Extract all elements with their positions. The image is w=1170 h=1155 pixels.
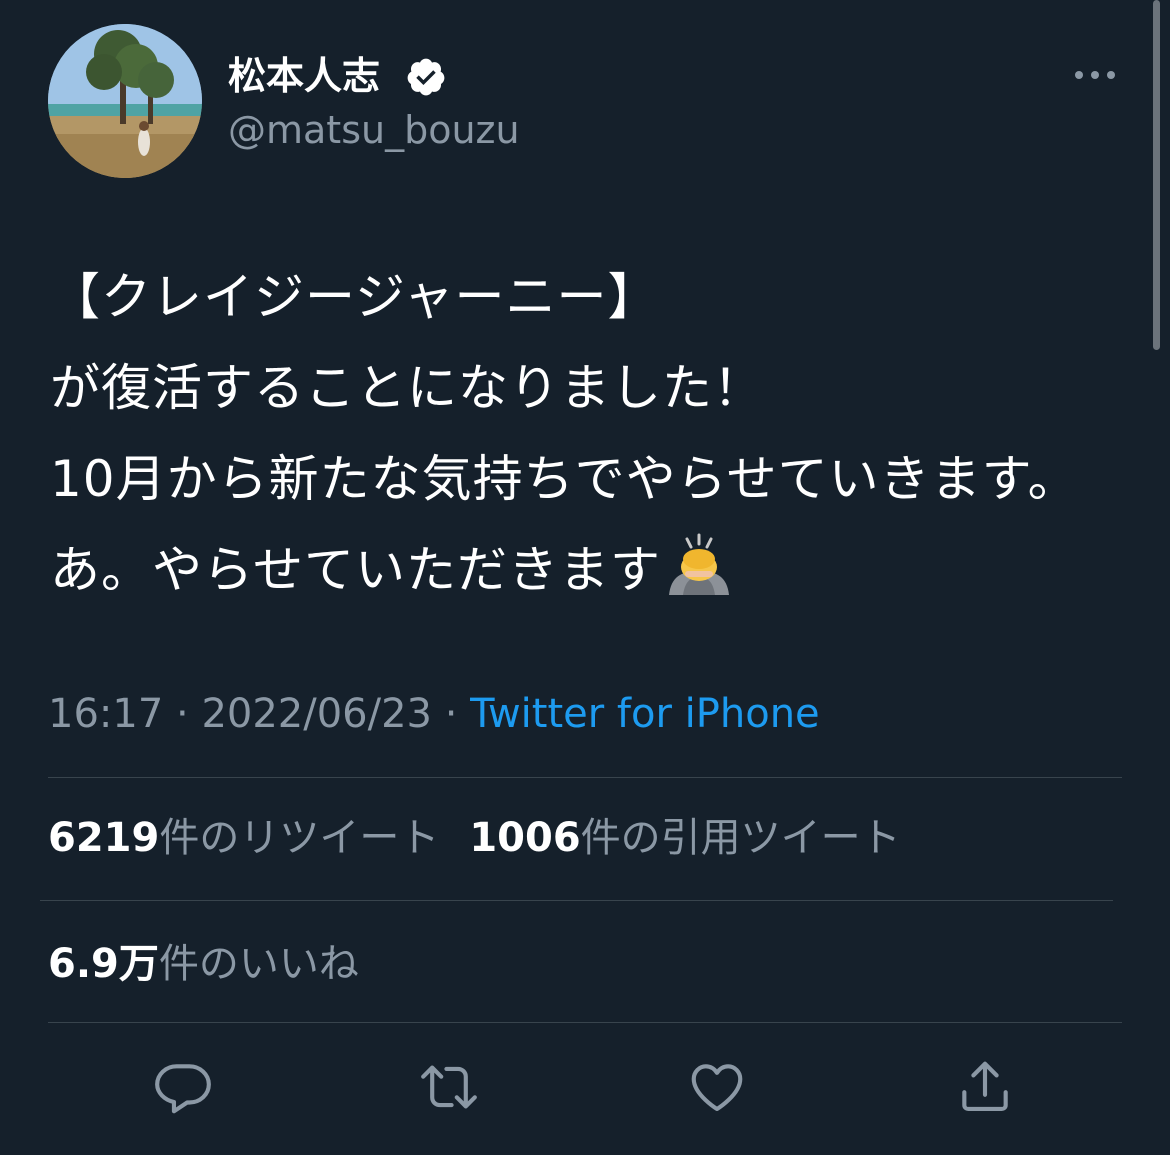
meta-separator: ·	[176, 691, 189, 737]
retweets-label: 件のリツイート	[159, 815, 440, 861]
quotes-stat[interactable]: 1006件の引用ツイート	[469, 815, 930, 861]
divider	[40, 900, 1113, 901]
tweet-time: 16:17	[48, 691, 164, 737]
like-icon[interactable]	[686, 1056, 748, 1118]
meta-separator: ·	[444, 691, 458, 737]
likes-label: 件のいいね	[158, 941, 359, 987]
person-bowing-emoji	[669, 533, 729, 595]
engagement-stats-row: 6219件のリツイート 1006件の引用ツイート	[48, 810, 931, 866]
retweet-icon[interactable]	[418, 1056, 480, 1118]
scrollbar[interactable]	[1153, 0, 1160, 350]
likes-stat[interactable]: 6.9万件のいいね	[48, 936, 389, 992]
verified-badge-icon	[407, 58, 445, 96]
author-name[interactable]: 松本人志	[228, 52, 380, 100]
tweet-date: 2022/06/23	[201, 691, 432, 737]
share-icon[interactable]	[954, 1056, 1016, 1118]
retweets-count: 6219	[48, 815, 160, 861]
likes-count: 6.9万	[48, 941, 159, 987]
avatar[interactable]	[48, 24, 202, 178]
divider	[48, 777, 1122, 778]
quotes-label: 件の引用ツイート	[580, 815, 901, 861]
tweet-body: 【クレイジージャーニー】 が復活することになりました！ 10月から新たな気持ちで…	[50, 268, 1079, 599]
retweets-stat[interactable]: 6219件のリツイート	[48, 815, 469, 861]
more-options-icon[interactable]	[1072, 60, 1118, 90]
quotes-count: 1006	[469, 815, 581, 861]
reply-icon[interactable]	[152, 1056, 214, 1118]
author-handle[interactable]: @matsu_bouzu	[228, 106, 520, 154]
divider	[48, 1022, 1122, 1023]
tweet-metadata: 16:17 · 2022/06/23 · Twitter for iPhone	[48, 686, 820, 742]
tweet-text: 【クレイジージャーニー】 が復活することになりました！ 10月から新たな気持ちで…	[50, 252, 1130, 616]
tweet-detail-page: 松本人志 @matsu_bouzu 【クレイジージャーニー】 が復活することにな…	[0, 0, 1170, 1155]
tweet-source-link[interactable]: Twitter for iPhone	[470, 691, 820, 737]
